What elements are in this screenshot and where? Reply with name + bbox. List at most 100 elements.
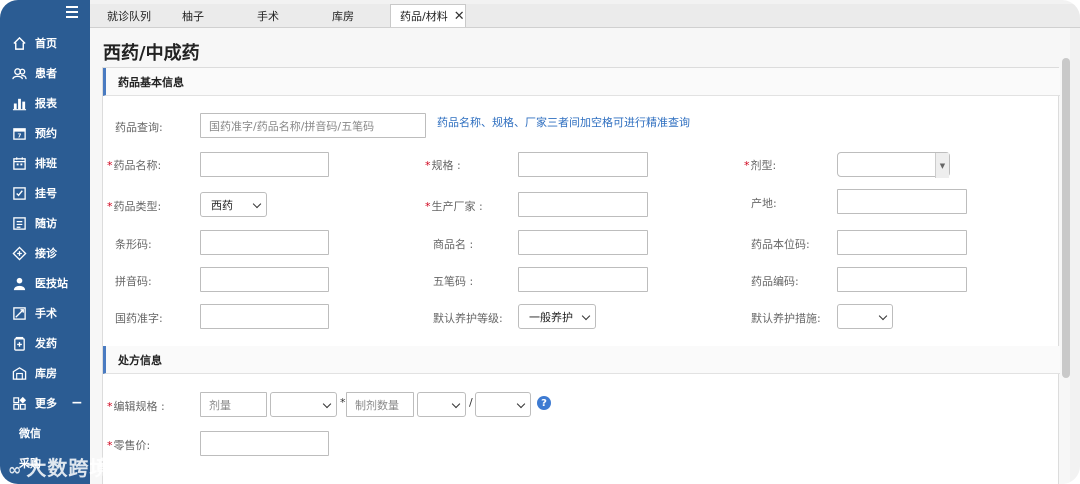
sidebar-item-label: 患者 <box>35 67 57 80</box>
dropdown-arrow-icon[interactable]: ▼ <box>935 153 949 178</box>
drug-name-label: *药品名称: <box>107 157 161 173</box>
doctor-icon <box>11 275 27 291</box>
tab-label: 药品/材料 <box>400 10 448 23</box>
approval-label: 国药准字: <box>115 312 163 325</box>
manufacturer-label: *生产厂家 : <box>425 198 483 214</box>
wubi-label: 五笔码 : <box>433 275 474 288</box>
followup-icon <box>11 215 27 231</box>
sidebar-item-reports[interactable]: 报表 <box>0 88 90 118</box>
home-icon <box>11 35 27 51</box>
required-mark: * <box>107 439 113 452</box>
drug-name-field[interactable] <box>200 152 329 177</box>
spec-label: *规格 : <box>425 157 461 173</box>
care-level-select[interactable]: 一般养护 <box>518 304 596 329</box>
selected-value: 一般养护 <box>529 310 573 324</box>
care-level-label: 默认养护等级: <box>433 312 503 325</box>
tab-queue[interactable]: 就诊队列 <box>90 4 165 27</box>
trade-name-field[interactable] <box>518 230 648 255</box>
manufacturer-field[interactable] <box>518 192 648 217</box>
drug-code-field[interactable] <box>837 267 967 292</box>
more-grid-icon <box>11 395 27 411</box>
warehouse-icon <box>11 365 27 381</box>
sidebar-item-label: 更多 <box>35 397 57 410</box>
required-mark: * <box>340 396 346 409</box>
sidebar-subitem-wechat[interactable]: 微信 <box>0 418 90 448</box>
sidebar-item-more[interactable]: 更多 − <box>0 388 90 418</box>
help-icon[interactable]: ? <box>537 396 551 410</box>
sidebar: 首页 患者 报表 7 预约 排班 挂号 随访 接诊 医技站 手术 发药 库房 更… <box>0 0 90 484</box>
label-text: 生产厂家 : <box>431 200 483 213</box>
required-mark: * <box>744 159 750 172</box>
sidebar-item-appointments[interactable]: 7 预约 <box>0 118 90 148</box>
label-text: 药品名称: <box>113 159 162 172</box>
wubi-field[interactable] <box>518 267 648 292</box>
label-text: 零售价: <box>113 439 151 452</box>
required-mark: * <box>107 159 113 172</box>
collapse-icon[interactable]: − <box>71 395 83 411</box>
app-window: 首页 患者 报表 7 预约 排班 挂号 随访 接诊 医技站 手术 发药 库房 更… <box>0 0 1080 484</box>
unit-code-field[interactable] <box>837 230 967 255</box>
chevron-down-icon <box>516 399 526 409</box>
tab-youzi[interactable]: 柚子 <box>165 4 240 27</box>
care-measure-select[interactable] <box>837 304 893 329</box>
page-title: 西药/中成药 <box>103 43 200 64</box>
dose-field[interactable]: 剂量 <box>200 392 267 417</box>
sidebar-item-followup[interactable]: 随访 <box>0 208 90 238</box>
section-basic-info: 药品基本信息 <box>103 68 1060 96</box>
chevron-down-icon <box>451 399 461 409</box>
barcode-field[interactable] <box>200 230 329 255</box>
prep-quantity-field[interactable]: 制剂数量 <box>346 392 414 417</box>
menu-toggle-icon[interactable] <box>66 6 78 18</box>
medicine-icon <box>11 335 27 351</box>
tab-label: 就诊队列 <box>107 9 151 23</box>
dosage-form-label: *剂型: <box>744 157 776 173</box>
dosage-form-combo[interactable]: ▼ <box>837 152 950 178</box>
sidebar-item-label: 发药 <box>35 337 57 350</box>
sidebar-item-patients[interactable]: 患者 <box>0 58 90 88</box>
package-unit-select[interactable] <box>475 392 531 417</box>
retail-price-field[interactable] <box>200 431 329 456</box>
tab-label: 手术 <box>257 9 279 23</box>
main-content: 西药/中成药 药品基本信息 药品查询: 国药准字/药品名称/拼音码/五笔码 药品… <box>90 28 1070 484</box>
sidebar-item-label: 接诊 <box>35 247 57 260</box>
dose-unit-select[interactable] <box>270 392 337 417</box>
sidebar-item-label: 库房 <box>35 367 57 380</box>
selected-value: 西药 <box>211 198 233 212</box>
sidebar-item-schedule[interactable]: 排班 <box>0 148 90 178</box>
sidebar-item-label: 报表 <box>35 97 57 110</box>
sidebar-item-label: 排班 <box>35 157 57 170</box>
close-icon[interactable]: ✕ <box>454 9 465 24</box>
pinyin-label: 拼音码: <box>115 275 152 288</box>
sidebar-header <box>0 0 90 28</box>
drug-search-input[interactable]: 国药准字/药品名称/拼音码/五笔码 <box>200 113 426 138</box>
slash-separator: / <box>469 396 473 409</box>
sidebar-item-warehouse[interactable]: 库房 <box>0 358 90 388</box>
users-icon <box>11 65 27 81</box>
barcode-label: 条形码: <box>115 238 152 251</box>
sidebar-item-label: 预约 <box>35 127 57 140</box>
sidebar-item-registration[interactable]: 挂号 <box>0 178 90 208</box>
approval-field[interactable] <box>200 304 329 329</box>
tab-label: 柚子 <box>182 9 204 23</box>
pinyin-field[interactable] <box>200 267 329 292</box>
scrollbar[interactable] <box>1062 58 1070 378</box>
trade-name-label: 商品名 : <box>433 238 474 251</box>
sidebar-item-surgery[interactable]: 手术 <box>0 298 90 328</box>
drug-type-select[interactable]: 西药 <box>200 192 267 217</box>
query-hint: 药品名称、规格、厂家三者间加空格可进行精准查询 <box>437 116 690 129</box>
section-prescription: 处方信息 <box>103 346 1060 374</box>
query-label: 药品查询: <box>115 121 163 134</box>
tab-warehouse[interactable]: 库房 <box>315 4 390 27</box>
tab-drugs-materials[interactable]: 药品/材料 ✕ <box>390 4 466 27</box>
tab-surgery[interactable]: 手术 <box>240 4 315 27</box>
spec-field[interactable] <box>518 152 648 177</box>
origin-field[interactable] <box>837 189 967 214</box>
prep-unit-select[interactable] <box>417 392 466 417</box>
sidebar-item-home[interactable]: 首页 <box>0 28 90 58</box>
label-text: 药品类型: <box>113 200 162 213</box>
tab-bar: 就诊队列 柚子 手术 库房 药品/材料 ✕ <box>90 4 1080 28</box>
sidebar-item-dispense[interactable]: 发药 <box>0 328 90 358</box>
sidebar-item-consultation[interactable]: 接诊 <box>0 238 90 268</box>
sidebar-item-medtech[interactable]: 医技站 <box>0 268 90 298</box>
chevron-down-icon <box>581 311 591 321</box>
